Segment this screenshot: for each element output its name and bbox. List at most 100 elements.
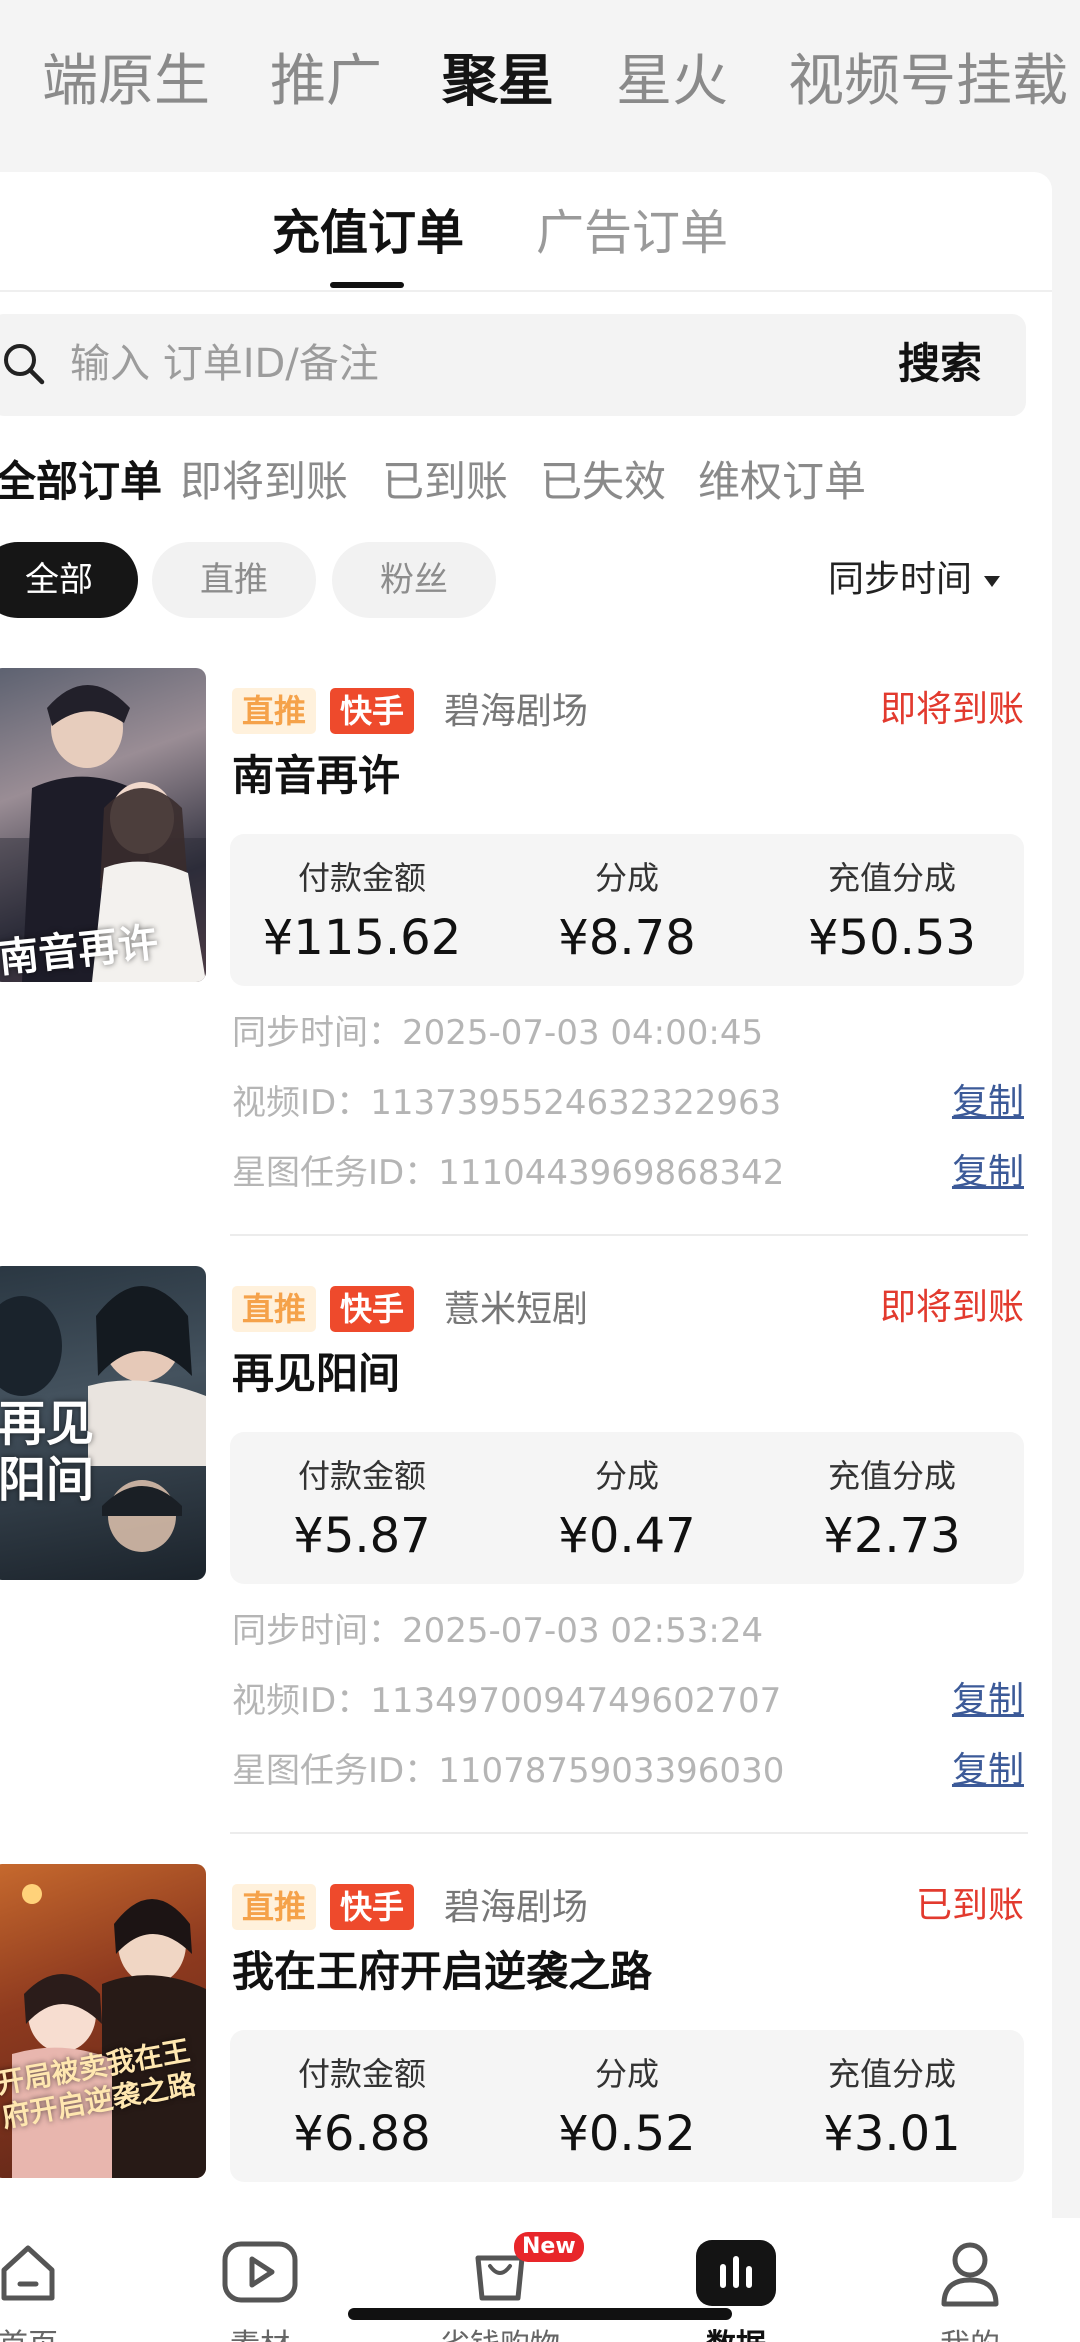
stat-payment: 付款金额 ¥5.87	[230, 1432, 494, 1566]
copy-task-id-button[interactable]: 复制	[952, 1746, 1024, 1796]
video-id: 视频ID：1137395524632322963	[232, 1078, 781, 1128]
nav-home[interactable]: 首页	[0, 2218, 108, 2342]
tag-direct: 直推	[232, 1286, 317, 1332]
drama-poster[interactable]: 开局被卖我在王府开启逆袭之路	[0, 1864, 206, 2178]
order-stats: 付款金额 ¥6.88 分成 ¥0.52 充值分成 ¥3.01	[230, 2030, 1024, 2182]
stat-value: ¥0.47	[558, 1508, 696, 1564]
platform-tab-shipinhao[interactable]: 视频号挂载	[788, 44, 1068, 120]
stat-value: ¥5.87	[293, 1508, 431, 1564]
drama-poster[interactable]: 再见阳间	[0, 1266, 206, 1580]
card-divider	[230, 1234, 1028, 1236]
new-badge: New	[514, 2232, 584, 2262]
poster-title: 再见阳间	[0, 1396, 95, 1508]
stat-recharge-share: 充值分成 ¥2.73	[760, 1432, 1024, 1566]
meta-value: 2025-07-03 02:53:24	[402, 1611, 764, 1651]
meta-label: 星图任务ID：	[232, 1153, 439, 1193]
stat-label: 分成	[594, 2055, 659, 2093]
bottom-nav: 首页 素材 New 省钱购物 数据 我的	[0, 2218, 1080, 2342]
copy-video-id-button[interactable]: 复制	[952, 1676, 1024, 1726]
stat-label: 付款金额	[297, 1457, 426, 1495]
caret-down-icon	[984, 575, 1000, 587]
stat-value: ¥2.73	[823, 1508, 961, 1564]
stat-value: ¥115.62	[262, 910, 462, 966]
theater-name: 碧海剧场	[444, 1887, 589, 1928]
source-filter-all[interactable]: 全部	[0, 542, 138, 618]
search-icon	[4, 344, 45, 385]
meta-label: 视频ID：	[232, 1681, 371, 1721]
meta-label: 同步时间：	[232, 1611, 402, 1651]
nav-shopping[interactable]: New 省钱购物	[420, 2218, 584, 2342]
user-icon	[941, 2242, 999, 2307]
nav-profile[interactable]: 我的	[890, 2218, 1050, 2342]
tabs-divider	[0, 290, 1052, 292]
sort-label: 同步时间	[827, 559, 972, 600]
stat-label: 分成	[594, 859, 659, 897]
drama-title[interactable]: 再见阳间	[232, 1342, 400, 1406]
meta-label: 视频ID：	[232, 1083, 371, 1123]
stat-value: ¥8.78	[558, 910, 696, 966]
tab-ad-orders[interactable]: 广告订单	[536, 198, 728, 268]
stat-share: 分成 ¥0.52	[495, 2030, 759, 2164]
orders-panel: 充值订单 广告订单 输入 订单ID/备注 搜索 全部订单 即将到账 已到账 已失…	[0, 172, 1052, 2232]
drama-poster[interactable]: 南音再许	[0, 668, 206, 982]
home-indicator[interactable]	[348, 2308, 732, 2320]
drama-title[interactable]: 南音再许	[232, 744, 400, 808]
stat-value: ¥3.01	[823, 2106, 961, 2162]
platform-tab-tuiguang[interactable]: 推广	[270, 44, 382, 120]
status-filter-all[interactable]: 全部订单	[0, 450, 162, 514]
stat-recharge-share: 充值分成 ¥3.01	[760, 2030, 1024, 2164]
platform-tab-juxing[interactable]: 聚星	[442, 44, 554, 120]
nav-label: 数据	[656, 2320, 816, 2342]
nav-label: 首页	[0, 2320, 108, 2342]
tag-platform: 快手	[330, 688, 415, 734]
search-bar[interactable]: 输入 订单ID/备注 搜索	[0, 314, 1026, 416]
theater-name: 薏米短剧	[444, 1289, 589, 1330]
meta-label: 同步时间：	[232, 1013, 402, 1053]
copy-task-id-button[interactable]: 复制	[952, 1148, 1024, 1198]
stat-label: 付款金额	[297, 2055, 426, 2093]
active-tab-indicator	[330, 282, 404, 288]
stat-share: 分成 ¥8.78	[495, 834, 759, 968]
meta-value: 1134970094749602707	[370, 1681, 782, 1721]
status-filter-dispute[interactable]: 维权订单	[698, 450, 866, 514]
theater-name: 碧海剧场	[444, 691, 589, 732]
source-filter-fans[interactable]: 粉丝	[332, 542, 496, 618]
status-filter-pending[interactable]: 即将到账	[180, 450, 348, 514]
stat-label: 分成	[594, 1457, 659, 1495]
sort-dropdown[interactable]: 同步时间	[828, 550, 1000, 610]
stat-payment: 付款金额 ¥6.88	[230, 2030, 494, 2164]
status-filter-expired[interactable]: 已失效	[540, 450, 666, 514]
home-icon	[1, 2245, 55, 2301]
nav-label: 省钱购物	[420, 2320, 580, 2342]
copy-video-id-button[interactable]: 复制	[952, 1078, 1024, 1128]
source-filter-direct[interactable]: 直推	[152, 542, 316, 618]
search-button[interactable]: 搜索	[898, 332, 982, 396]
card-divider	[230, 1832, 1028, 1834]
tag-platform: 快手	[330, 1884, 415, 1930]
order-status: 即将到账	[879, 689, 1024, 730]
meta-value: 1137395524632322963	[370, 1083, 782, 1123]
nav-materials[interactable]: 素材	[180, 2218, 340, 2342]
status-filter-received[interactable]: 已到账	[382, 450, 508, 514]
search-input[interactable]: 输入 订单ID/备注	[70, 334, 379, 394]
stat-recharge-share: 充值分成 ¥50.53	[760, 834, 1024, 968]
stat-label: 充值分成	[827, 2055, 956, 2093]
meta-value: 1107875903396030	[438, 1751, 785, 1791]
stat-value: ¥50.53	[808, 910, 976, 966]
tag-direct: 直推	[232, 1884, 317, 1930]
nav-data[interactable]: 数据	[656, 2218, 816, 2342]
tag-direct: 直推	[232, 688, 317, 734]
stat-value: ¥6.88	[293, 2106, 431, 2162]
meta-value: 1110443969868342	[438, 1153, 785, 1193]
platform-tab-xinghuo[interactable]: 星火	[616, 44, 728, 120]
tab-recharge-orders[interactable]: 充值订单	[272, 198, 464, 268]
order-stats: 付款金额 ¥5.87 分成 ¥0.47 充值分成 ¥2.73	[230, 1432, 1024, 1584]
drama-title[interactable]: 我在王府开启逆袭之路	[232, 1940, 652, 2004]
stat-payment: 付款金额 ¥115.62	[230, 834, 494, 968]
stat-share: 分成 ¥0.47	[495, 1432, 759, 1566]
platform-tab-duanyuansheng[interactable]: 端原生	[42, 44, 210, 120]
order-status: 已到账	[915, 1885, 1024, 1926]
poster-art	[12, 1884, 206, 2178]
meta-value: 2025-07-03 04:00:45	[402, 1013, 764, 1053]
stat-label: 充值分成	[827, 859, 956, 897]
